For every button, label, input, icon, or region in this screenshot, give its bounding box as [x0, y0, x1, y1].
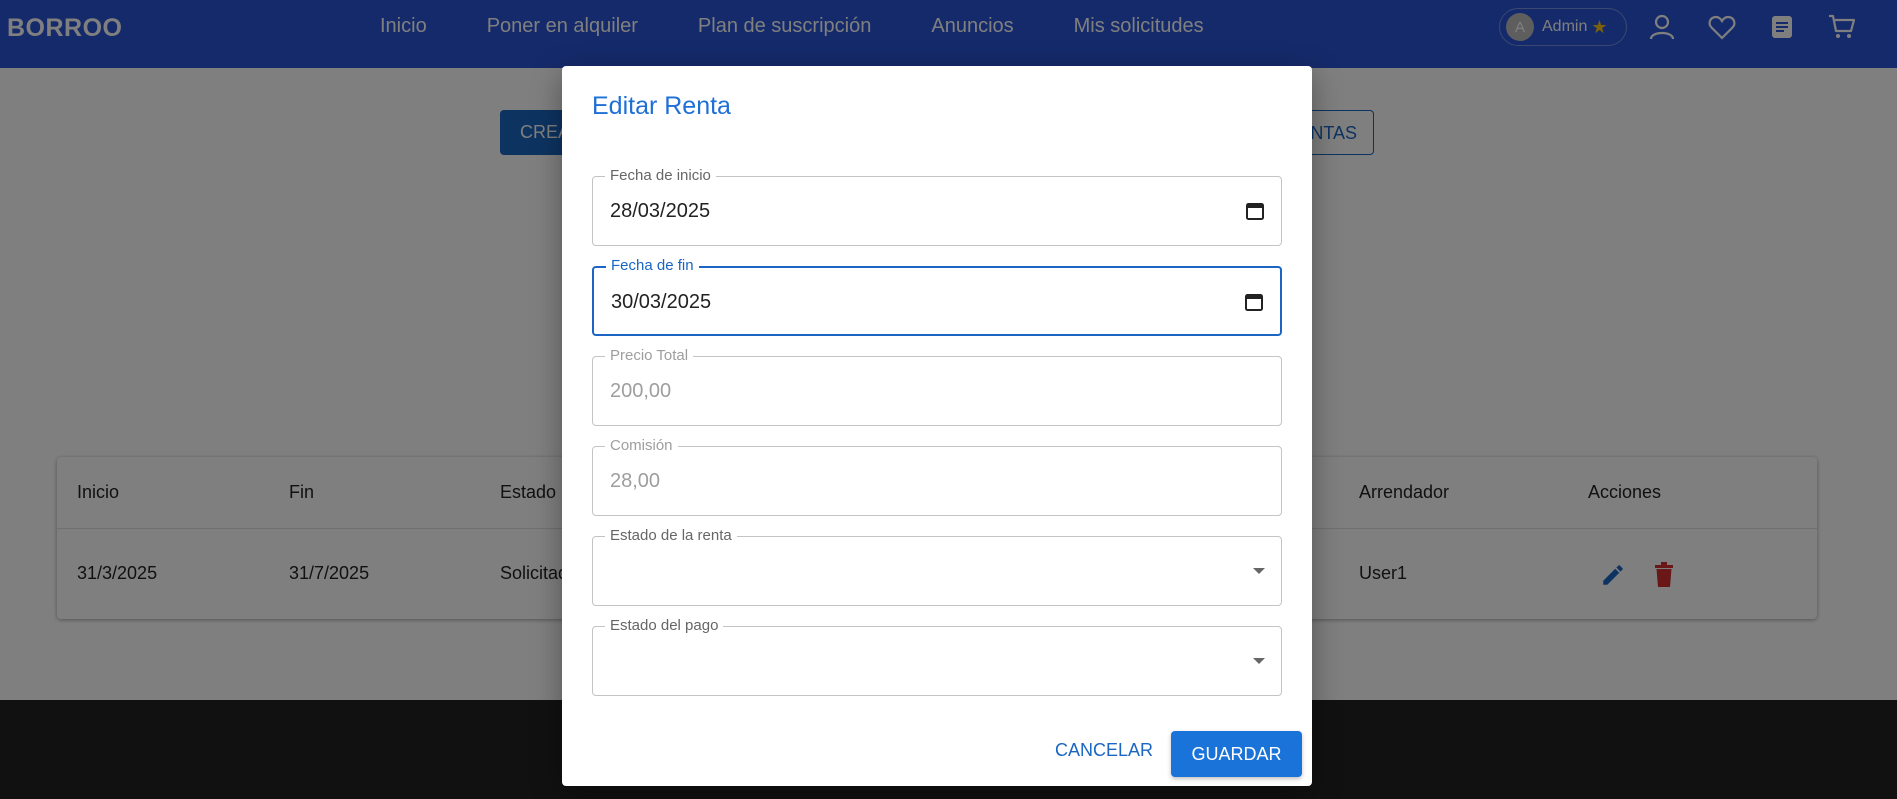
end-date-value[interactable]: 30/03/2025 [611, 291, 711, 314]
dialog-title: Editar Renta [592, 92, 731, 120]
commission-field: Comisión 28,00 [592, 437, 1282, 516]
payment-status-label: Estado del pago [605, 617, 724, 635]
start-date-label: Fecha de inicio [605, 167, 716, 185]
chevron-down-icon[interactable] [1253, 658, 1265, 664]
start-date-value[interactable]: 28/03/2025 [610, 200, 710, 223]
payment-status-select[interactable]: Estado del pago [592, 617, 1282, 696]
cancel-button[interactable]: CANCELAR [1044, 730, 1164, 770]
chevron-down-icon[interactable] [1253, 568, 1265, 574]
calendar-icon[interactable] [1244, 292, 1264, 312]
end-date-label: Fecha de fin [606, 257, 699, 275]
commission-value: 28,00 [610, 470, 661, 492]
save-button[interactable]: GUARDAR [1171, 731, 1302, 777]
commission-label: Comisión [605, 437, 678, 455]
total-price-label: Precio Total [605, 347, 694, 365]
start-date-field[interactable]: Fecha de inicio 28/03/2025 [592, 167, 1282, 246]
total-price-field: Precio Total 200,00 [592, 347, 1282, 426]
edit-rental-dialog: Editar Renta Fecha de inicio 28/03/2025 … [562, 66, 1312, 786]
end-date-field[interactable]: Fecha de fin 30/03/2025 [592, 257, 1282, 336]
total-price-value: 200,00 [610, 380, 672, 402]
calendar-icon[interactable] [1245, 201, 1265, 221]
rental-status-label: Estado de la renta [605, 527, 737, 545]
rental-status-select[interactable]: Estado de la renta [592, 527, 1282, 606]
